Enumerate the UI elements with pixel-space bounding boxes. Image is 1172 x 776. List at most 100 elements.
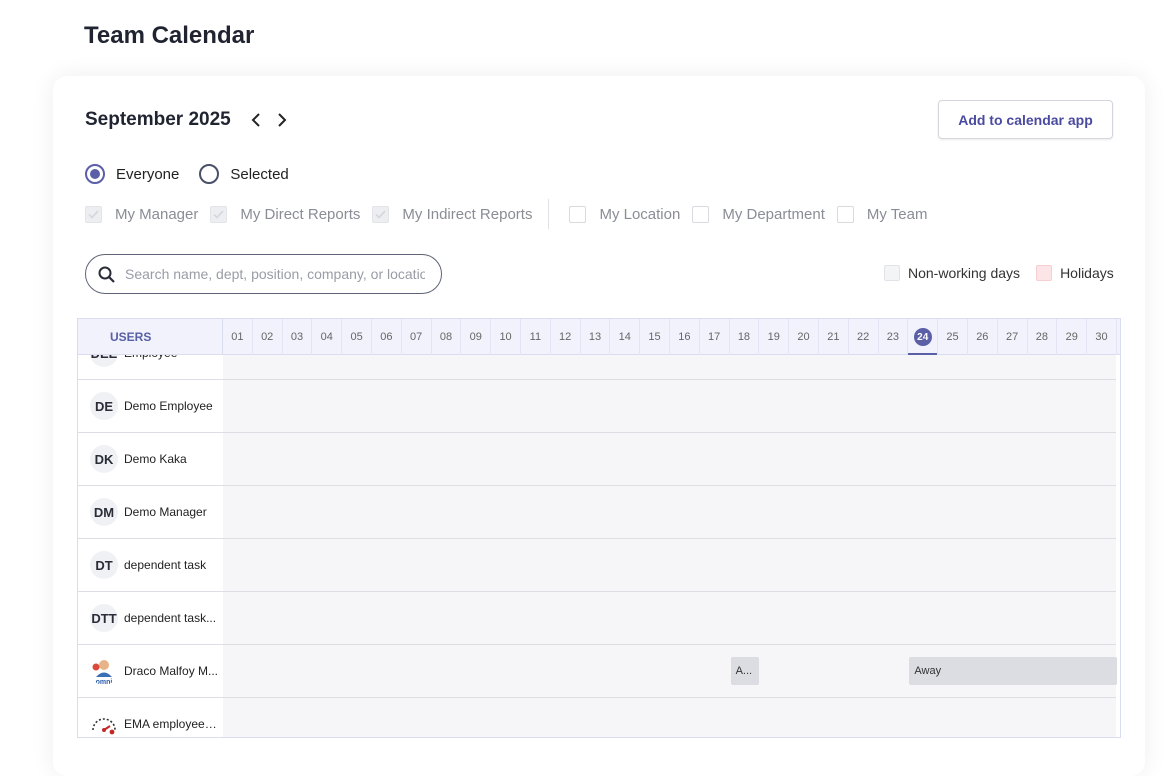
day-header-10: 10 bbox=[491, 319, 521, 355]
event-block[interactable]: A... bbox=[730, 657, 760, 685]
day-number: 16 bbox=[678, 331, 691, 343]
radio-selected[interactable]: Selected bbox=[199, 164, 289, 184]
search-box[interactable] bbox=[85, 254, 442, 294]
radio-everyone-indicator[interactable] bbox=[85, 164, 105, 184]
timeline-cell[interactable] bbox=[223, 380, 1116, 432]
table-row[interactable]: DEE Employee bbox=[78, 355, 1116, 380]
day-header-13: 13 bbox=[581, 319, 611, 355]
day-number: 02 bbox=[261, 331, 274, 343]
table-row[interactable]: DE Demo Employee bbox=[78, 380, 1116, 433]
day-header-20: 20 bbox=[789, 319, 819, 355]
event-block[interactable]: Away bbox=[909, 657, 1117, 685]
calendar-grid: USERS 01 02 03 04 05 06 07 08 09 10 11 12 13 14 15 16 17… bbox=[77, 318, 1121, 738]
day-number: 26 bbox=[976, 331, 989, 343]
user-cell[interactable]: EMA employee1 ... bbox=[78, 698, 223, 737]
day-header-07: 07 bbox=[402, 319, 432, 355]
filter-my-indirect-reports-label: My Indirect Reports bbox=[402, 205, 533, 223]
next-month-button[interactable] bbox=[269, 107, 295, 133]
grid-body[interactable]: DEEEmployeeDEDemo EmployeeDKDemo KakaDMD… bbox=[78, 355, 1120, 737]
avatar bbox=[90, 710, 118, 737]
filter-my-location-label: My Location bbox=[599, 205, 681, 223]
checkbox-my-location[interactable] bbox=[569, 205, 587, 223]
filter-my-team[interactable]: My Team bbox=[836, 205, 927, 223]
user-cell[interactable]: omni Draco Malfoy M... bbox=[78, 645, 223, 697]
search-input[interactable] bbox=[125, 266, 425, 282]
day-number: 12 bbox=[559, 331, 572, 343]
day-header-12: 12 bbox=[551, 319, 581, 355]
day-number: 13 bbox=[588, 331, 602, 343]
legend-non-working: Non-working days bbox=[884, 265, 1020, 281]
day-number: 25 bbox=[946, 331, 959, 343]
day-number: 22 bbox=[857, 331, 870, 343]
day-number: 23 bbox=[886, 331, 900, 343]
timeline-cell[interactable] bbox=[223, 592, 1116, 644]
day-header-03: 03 bbox=[283, 319, 313, 355]
table-row[interactable]: omni Draco Malfoy M... A... Away bbox=[78, 645, 1117, 698]
timeline-cell[interactable] bbox=[223, 486, 1116, 538]
filter-my-location[interactable]: My Location bbox=[569, 205, 681, 223]
filter-my-indirect-reports[interactable]: My Indirect Reports bbox=[372, 205, 533, 223]
filter-divider bbox=[548, 199, 550, 229]
radio-everyone[interactable]: Everyone bbox=[85, 164, 179, 184]
user-name: dependent task... bbox=[124, 611, 217, 625]
grid-header: USERS 01 02 03 04 05 06 07 08 09 10 11 12 13 14 15 16 17… bbox=[78, 319, 1120, 355]
day-number: 21 bbox=[827, 331, 840, 343]
checkbox-my-team[interactable] bbox=[836, 205, 854, 223]
table-row[interactable]: EMA employee1 ... bbox=[78, 698, 1116, 737]
day-header-05: 05 bbox=[342, 319, 372, 355]
user-cell[interactable]: DTT dependent task... bbox=[78, 592, 223, 644]
day-header-01: 01 bbox=[223, 319, 253, 355]
day-header-28: 28 bbox=[1028, 319, 1058, 355]
checkbox-my-manager[interactable] bbox=[85, 205, 102, 223]
legend-holidays-label: Holidays bbox=[1060, 265, 1114, 281]
avatar: DEE bbox=[90, 355, 118, 367]
day-number: 20 bbox=[797, 331, 810, 343]
user-cell[interactable]: DE Demo Employee bbox=[78, 380, 223, 432]
checkbox-my-indirect-reports[interactable] bbox=[372, 205, 390, 223]
legend: Non-working days Holidays bbox=[884, 265, 1130, 281]
person-omni-icon: omni bbox=[92, 660, 113, 685]
filter-my-manager[interactable]: My Manager bbox=[85, 205, 199, 223]
gauge-icon bbox=[92, 718, 116, 735]
previous-month-button[interactable] bbox=[243, 107, 269, 133]
user-name: Demo Manager bbox=[124, 505, 207, 519]
checkbox-my-department[interactable] bbox=[692, 205, 710, 223]
filter-my-direct-reports-label: My Direct Reports bbox=[240, 205, 361, 223]
checkbox-my-direct-reports[interactable] bbox=[210, 205, 228, 223]
holidays-swatch bbox=[1036, 265, 1053, 281]
day-number: 09 bbox=[469, 331, 482, 343]
user-cell[interactable]: DEE Employee bbox=[78, 355, 223, 379]
month-title: September 2025 bbox=[85, 109, 231, 130]
filter-my-direct-reports[interactable]: My Direct Reports bbox=[210, 205, 361, 223]
day-number: 05 bbox=[350, 331, 363, 343]
filter-my-department[interactable]: My Department bbox=[692, 205, 825, 223]
table-row[interactable]: DT dependent task bbox=[78, 539, 1116, 592]
timeline-cell[interactable] bbox=[223, 433, 1116, 485]
user-name: Draco Malfoy M... bbox=[124, 664, 219, 678]
svg-text:omni: omni bbox=[96, 679, 113, 685]
timeline-cell[interactable]: A... Away bbox=[223, 645, 1117, 697]
table-row[interactable]: DK Demo Kaka bbox=[78, 433, 1116, 486]
add-to-calendar-app-button[interactable]: Add to calendar app bbox=[938, 100, 1113, 139]
day-number: 03 bbox=[290, 331, 304, 343]
user-cell[interactable]: DM Demo Manager bbox=[78, 486, 223, 538]
table-row[interactable]: DTT dependent task... bbox=[78, 592, 1116, 645]
day-header-24: 24 bbox=[908, 319, 939, 355]
legend-non-working-label: Non-working days bbox=[908, 265, 1021, 281]
day-header-27: 27 bbox=[998, 319, 1028, 355]
day-header-21: 21 bbox=[819, 319, 849, 355]
user-name: EMA employee1 ... bbox=[124, 717, 220, 731]
day-header-23: 23 bbox=[879, 319, 909, 355]
timeline-cell[interactable] bbox=[223, 539, 1116, 591]
day-number: 10 bbox=[499, 331, 512, 343]
user-cell[interactable]: DK Demo Kaka bbox=[78, 433, 223, 485]
day-number: 07 bbox=[410, 331, 423, 343]
timeline-cell[interactable] bbox=[223, 355, 1116, 379]
timeline-cell[interactable] bbox=[223, 698, 1116, 737]
user-cell[interactable]: DT dependent task bbox=[78, 539, 223, 591]
table-row[interactable]: DM Demo Manager bbox=[78, 486, 1116, 539]
legend-holidays: Holidays bbox=[1036, 265, 1114, 281]
search-icon bbox=[98, 266, 115, 283]
radio-selected-indicator[interactable] bbox=[199, 164, 220, 184]
filter-my-manager-label: My Manager bbox=[115, 205, 199, 223]
